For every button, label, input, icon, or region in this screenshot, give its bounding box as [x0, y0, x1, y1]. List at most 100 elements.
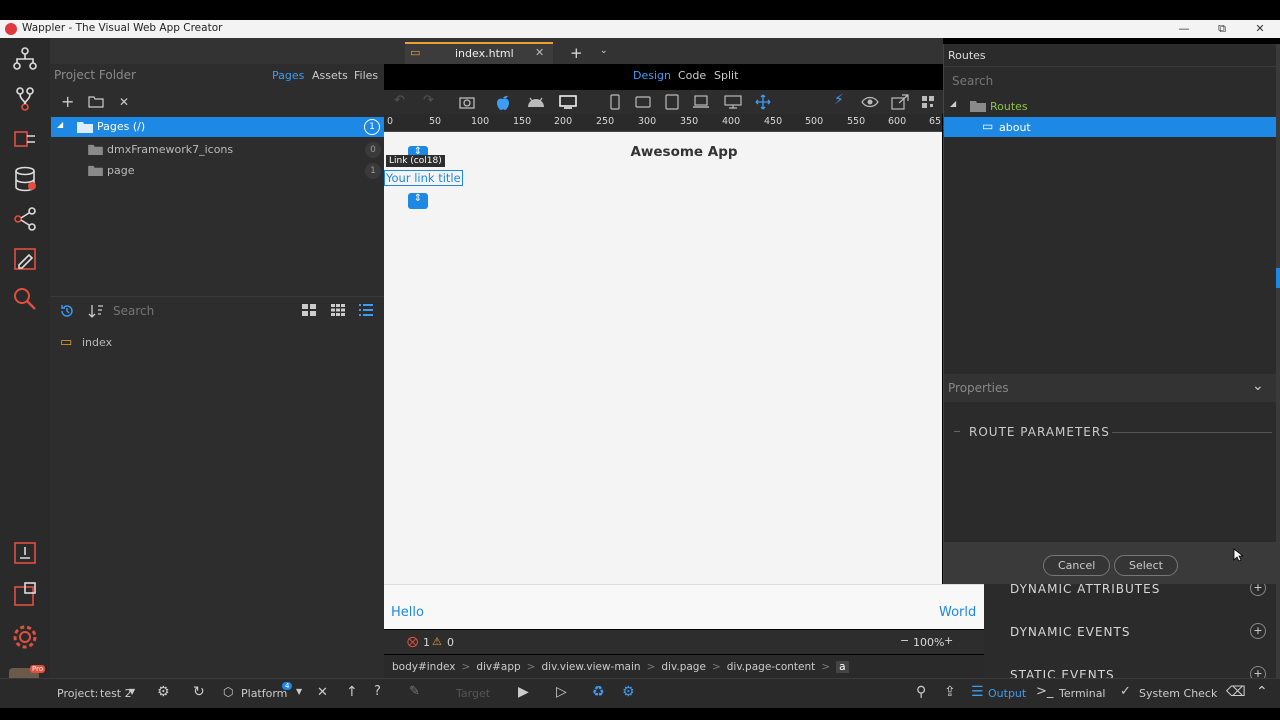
error-icon[interactable]: ⨂ [407, 635, 418, 648]
routes-search-input[interactable] [952, 72, 1252, 90]
database-icon[interactable] [10, 164, 40, 194]
minimize-icon[interactable]: — [1176, 21, 1192, 37]
refresh-icon[interactable]: ↻ [193, 684, 205, 700]
tab-split[interactable]: Split [714, 69, 738, 82]
run-circle-icon[interactable]: ▶ [518, 684, 529, 700]
warning-icon[interactable]: ⚠ [432, 635, 442, 648]
route-item-about[interactable]: ▭ about [944, 117, 1276, 137]
app-structure-icon[interactable] [10, 44, 40, 74]
platform-selector[interactable]: Platform [241, 687, 287, 700]
eraser-icon[interactable]: ⌫ [1226, 684, 1246, 700]
zoom-out-icon[interactable]: − [900, 634, 909, 647]
close-window-icon[interactable]: ✕ [1252, 21, 1268, 37]
pages-search-input[interactable] [113, 302, 283, 320]
apple-icon[interactable] [496, 94, 510, 110]
tab-files[interactable]: Files [354, 69, 378, 82]
collapse-chevron-icon[interactable]: ⌄ [1252, 378, 1264, 394]
tab-design[interactable]: Design [633, 69, 671, 82]
toolbar-link-world[interactable]: World [939, 605, 976, 620]
project-settings-icon[interactable]: ⚙ [157, 684, 170, 700]
section-dynamic-events[interactable]: DYNAMIC EVENTS [1010, 625, 1130, 639]
git-branch-icon[interactable] [10, 84, 40, 114]
server-connect-icon[interactable] [10, 124, 40, 154]
output-icon[interactable]: ☰ [971, 684, 984, 700]
android-icon[interactable] [526, 95, 546, 109]
breadcrumb-item-current[interactable]: a [836, 660, 849, 673]
document-tab[interactable]: ▭ index.html ✕ [405, 42, 553, 64]
small-grid-view-icon[interactable] [330, 303, 346, 317]
file-item-index[interactable]: ▭ index [60, 335, 112, 350]
project-dropdown-icon[interactable]: ▼ [129, 687, 135, 696]
tablet-icon[interactable] [665, 94, 679, 110]
toolbar-link-hello[interactable]: Hello [391, 605, 424, 620]
monitor-icon[interactable] [724, 95, 742, 109]
laptop-icon[interactable] [692, 95, 710, 109]
target-tool-icon[interactable]: ✎ [409, 684, 420, 699]
desktop-app-icon[interactable] [559, 95, 577, 109]
expand-arrow-icon[interactable]: ◢ [950, 99, 956, 108]
qr-code-icon[interactable] [921, 95, 935, 109]
expand-arrow-icon[interactable]: ◢ [57, 120, 63, 129]
right-scrollbar[interactable] [1276, 44, 1280, 678]
share-network-icon[interactable] [10, 204, 40, 234]
search-icon[interactable] [10, 284, 40, 314]
design-edit-icon[interactable] [10, 244, 40, 274]
undo-icon[interactable]: ↶ [394, 93, 405, 108]
fluid-width-icon[interactable] [755, 94, 771, 110]
system-check-button[interactable]: System Check [1139, 687, 1217, 700]
tree-item-icons-folder[interactable]: dmxFramework7_icons 0 [51, 140, 384, 160]
recycle-icon[interactable]: ♻ [592, 684, 605, 700]
large-grid-view-icon[interactable] [301, 303, 317, 317]
expand-up-icon[interactable]: ⌃ [1256, 684, 1268, 700]
selected-link[interactable]: Your link title [384, 170, 463, 186]
checkmark-icon[interactable]: ✓ [1120, 684, 1131, 699]
history-icon[interactable] [59, 303, 75, 319]
terminal-icon[interactable]: >_ [1036, 684, 1053, 699]
tab-code[interactable]: Code [678, 69, 706, 82]
play-icon[interactable]: ▷ [556, 684, 567, 700]
section-dynamic-attributes[interactable]: DYNAMIC ATTRIBUTES [1010, 582, 1160, 596]
design-canvas[interactable]: Awesome App ⇕ Link (col18) Your link tit… [384, 132, 942, 593]
restore-icon[interactable]: ⧉ [1214, 21, 1230, 37]
scrollbar-thumb[interactable] [1276, 268, 1280, 288]
breadcrumb-item[interactable]: body#index [392, 661, 456, 673]
tree-item-page-folder[interactable]: page 1 [51, 161, 384, 181]
deploy-icon[interactable]: ⇪ [944, 684, 956, 700]
breadcrumb-item[interactable]: div.view.view-main [541, 661, 640, 673]
lightning-icon[interactable]: ⚡ [834, 92, 844, 108]
git-icon[interactable]: ⚲ [916, 684, 926, 700]
redo-icon[interactable]: ↷ [423, 93, 434, 108]
phone-landscape-icon[interactable] [635, 96, 651, 108]
output-panel-toggle[interactable]: Output [988, 687, 1026, 700]
screenshot-icon[interactable] [459, 95, 475, 109]
add-page-icon[interactable]: + [61, 92, 74, 111]
terminal-panel-toggle[interactable]: Terminal [1059, 687, 1106, 700]
target-selector[interactable]: Target [456, 687, 490, 700]
debug-icon[interactable]: ⚙ [622, 684, 635, 700]
extensions-icon[interactable] [10, 580, 40, 610]
tab-pages[interactable]: Pages [272, 69, 304, 82]
breadcrumb-item[interactable]: div.page [661, 661, 706, 673]
breadcrumb-item[interactable]: div#app [476, 661, 520, 673]
sort-icon[interactable] [88, 303, 104, 319]
phone-portrait-icon[interactable] [610, 94, 620, 110]
preview-eye-icon[interactable] [861, 96, 879, 108]
close-platform-icon[interactable]: ✕ [317, 685, 328, 700]
settings-gear-icon[interactable] [10, 622, 40, 652]
insert-after-icon[interactable]: ⇕ [408, 193, 428, 209]
breadcrumb-item[interactable]: div.page-content [727, 661, 816, 673]
new-folder-icon[interactable] [88, 95, 104, 108]
new-tab-icon[interactable]: + [570, 44, 583, 62]
cancel-button[interactable]: Cancel [1043, 555, 1111, 576]
add-dynamic-event-icon[interactable]: + [1250, 623, 1266, 639]
list-view-icon[interactable] [358, 303, 374, 317]
open-browser-icon[interactable] [891, 94, 909, 110]
routes-tree-root[interactable]: ◢ Routes [944, 96, 1276, 116]
help-icon[interactable]: ? [374, 684, 381, 699]
delete-icon[interactable]: ✕ [119, 95, 129, 109]
project-selector[interactable]: test 2 [100, 687, 132, 700]
zoom-in-icon[interactable]: + [944, 634, 953, 647]
upload-icon[interactable]: ↑ [346, 684, 358, 700]
close-tab-icon[interactable]: ✕ [535, 46, 544, 59]
publish-icon[interactable] [10, 538, 40, 568]
